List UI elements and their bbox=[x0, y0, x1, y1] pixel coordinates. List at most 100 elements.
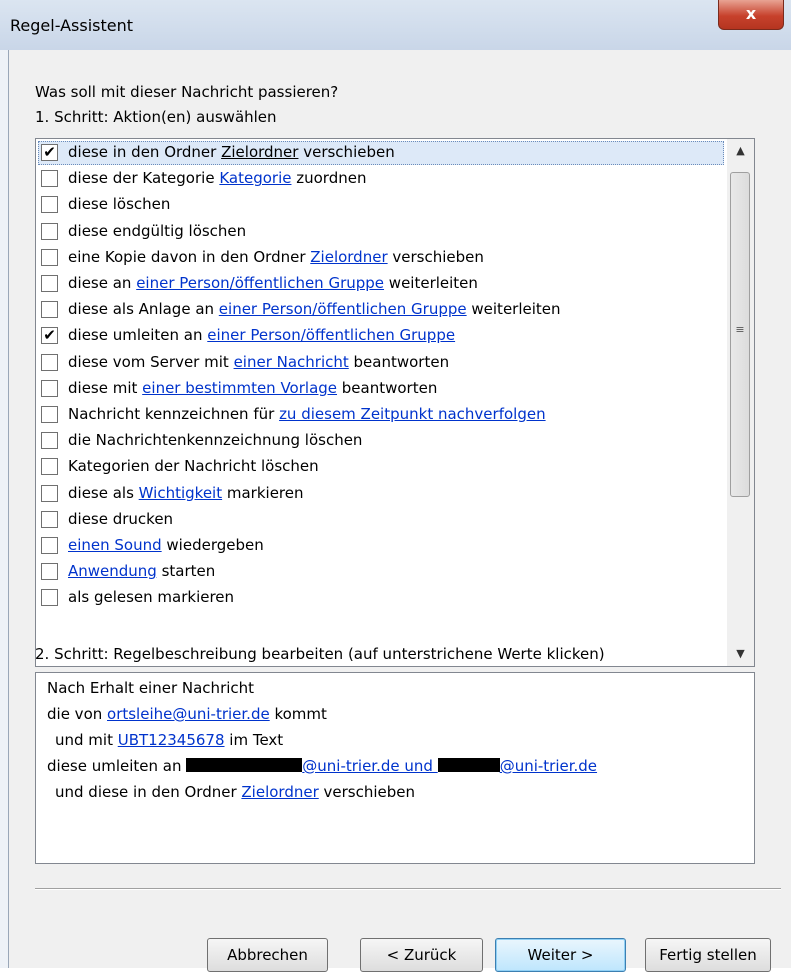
action-value-link[interactable]: einer Person/öffentlichen Gruppe bbox=[136, 274, 384, 292]
scroll-down-icon[interactable]: ▼ bbox=[727, 642, 754, 666]
scroll-up-icon[interactable]: ▲ bbox=[727, 139, 754, 163]
actions-scrollbar[interactable]: ▲ ≡ ▼ bbox=[727, 139, 754, 666]
action-value-link[interactable]: Wichtigkeit bbox=[139, 484, 222, 502]
action-text: die Nachrichtenkennzeichnung löschen bbox=[68, 431, 363, 450]
step1-label: 1. Schritt: Aktion(en) auswählen bbox=[35, 108, 277, 126]
redaction-block bbox=[186, 758, 303, 772]
action-list-item[interactable]: diese löschen bbox=[38, 193, 724, 217]
action-label: diese endgültig löschen bbox=[68, 222, 246, 240]
checkbox[interactable] bbox=[41, 275, 58, 292]
desc-text: im Text bbox=[224, 731, 284, 749]
action-value-link[interactable]: einer Nachricht bbox=[234, 353, 349, 371]
action-text: diese als bbox=[68, 483, 139, 502]
checkbox[interactable] bbox=[41, 196, 58, 214]
action-label: Anwendung starten bbox=[68, 562, 215, 580]
action-list-item[interactable]: als gelesen markieren bbox=[38, 586, 724, 610]
next-button[interactable]: Weiter > bbox=[495, 938, 626, 972]
action-list-item[interactable]: Anwendung starten bbox=[38, 560, 724, 584]
desc-line: Nach Erhalt einer Nachricht bbox=[47, 679, 255, 697]
desc-line: die von ortsleihe@uni-trier.de kommt bbox=[47, 705, 327, 723]
action-value-link[interactable]: einer Person/öffentlichen Gruppe bbox=[207, 326, 455, 344]
action-label: diese als Wichtigkeit markieren bbox=[68, 484, 304, 502]
action-text: beantworten bbox=[348, 352, 450, 371]
actions-list[interactable]: ✔ diese in den Ordner Zielordner verschie… bbox=[35, 138, 755, 667]
action-text: zuordnen bbox=[291, 169, 367, 188]
action-label: diese drucken bbox=[68, 510, 173, 528]
action-text: diese endgültig löschen bbox=[68, 221, 247, 240]
action-label: Kategorien der Nachricht löschen bbox=[68, 457, 319, 475]
action-text: Nachricht kennzeichnen für bbox=[68, 405, 280, 423]
checkbox[interactable] bbox=[41, 248, 58, 266]
action-list-item[interactable]: ✔ diese in den Ordner Zielordner verschie… bbox=[38, 141, 724, 165]
question-label: Was soll mit dieser Nachricht passieren? bbox=[35, 83, 339, 101]
action-value-link[interactable]: Kategorie bbox=[219, 169, 291, 187]
back-button[interactable]: < Zurück bbox=[360, 938, 483, 972]
checkbox[interactable] bbox=[41, 563, 58, 581]
action-list-item[interactable]: diese als Wichtigkeit markieren bbox=[38, 482, 724, 506]
desc-text: und mit bbox=[55, 731, 118, 749]
desc-text: die von bbox=[47, 705, 108, 723]
checkbox[interactable] bbox=[41, 432, 58, 450]
action-text: diese in den Ordner bbox=[68, 143, 222, 161]
search-text-link[interactable]: UBT12345678 bbox=[118, 731, 225, 749]
action-list-item[interactable]: die Nachrichtenkennzeichnung löschen bbox=[38, 429, 724, 453]
finish-button[interactable]: Fertig stellen bbox=[645, 938, 771, 972]
recipients-link[interactable]: @uni-trier.de bbox=[500, 757, 597, 775]
action-text: diese an bbox=[68, 274, 137, 292]
checkbox-checked[interactable]: ✔ bbox=[41, 144, 58, 161]
action-label: diese in den Ordner Zielordner verschieb… bbox=[68, 143, 395, 161]
action-label: einen Sound wiedergeben bbox=[68, 536, 264, 554]
checkbox-checked[interactable]: ✔ bbox=[41, 327, 58, 345]
action-value-link[interactable]: Zielordner bbox=[221, 143, 298, 161]
checkbox[interactable] bbox=[41, 510, 58, 528]
scroll-thumb[interactable]: ≡ bbox=[730, 172, 750, 497]
action-label: eine Kopie davon in den Ordner Zielordne… bbox=[68, 248, 484, 266]
action-list-item[interactable]: diese drucken bbox=[38, 508, 724, 532]
action-list-item[interactable]: diese der Kategorie Kategorie zuordnen bbox=[38, 167, 724, 191]
checkbox[interactable] bbox=[41, 353, 58, 371]
action-label: diese als Anlage an einer Person/öffentl… bbox=[68, 300, 561, 318]
redaction-block bbox=[437, 758, 500, 772]
action-value-link[interactable]: einer bestimmten Vorlage bbox=[142, 379, 337, 397]
action-label: diese löschen bbox=[68, 195, 170, 213]
action-value-link[interactable]: zu diesem Zeitpunkt nachverfolgen bbox=[279, 405, 546, 423]
cancel-button[interactable]: Abbrechen bbox=[207, 938, 328, 972]
checkbox[interactable] bbox=[41, 379, 58, 397]
checkbox[interactable] bbox=[41, 458, 58, 476]
action-text: diese mit bbox=[68, 378, 143, 397]
close-button[interactable]: x bbox=[718, 0, 784, 30]
action-list-item[interactable]: diese endgültig löschen bbox=[38, 220, 724, 244]
desc-line: und diese in den Ordner Zielordner versc… bbox=[55, 783, 415, 801]
checkbox[interactable] bbox=[41, 589, 58, 607]
action-list-item[interactable]: ✔ diese umleiten an einer Person/öffentli… bbox=[38, 324, 724, 348]
action-text: wiedergeben bbox=[161, 536, 264, 554]
sender-address-link[interactable]: ortsleihe@uni-trier.de bbox=[107, 705, 270, 723]
action-list-item[interactable]: eine Kopie davon in den Ordner Zielordne… bbox=[38, 246, 724, 270]
action-list-item[interactable]: diese an einer Person/öffentlichen Grupp… bbox=[38, 272, 724, 296]
checkbox[interactable] bbox=[41, 301, 58, 319]
action-list-item[interactable]: Kategorien der Nachricht löschen bbox=[38, 455, 724, 479]
action-value-link[interactable]: einer Person/öffentlichen Gruppe bbox=[219, 300, 467, 318]
desc-text: diese umleiten an bbox=[47, 757, 187, 775]
action-value-link[interactable]: einen Sound bbox=[68, 536, 162, 554]
rule-wizard-dialog: Was soll mit dieser Nachricht passieren?… bbox=[9, 50, 791, 972]
action-list-item[interactable]: diese als Anlage an einer Person/öffentl… bbox=[38, 298, 724, 322]
checkbox[interactable] bbox=[41, 170, 58, 188]
action-label: diese vom Server mit einer Nachricht bea… bbox=[68, 353, 449, 371]
action-text: beantworten bbox=[337, 378, 438, 397]
action-list-item[interactable]: diese mit einer bestimmten Vorlage beant… bbox=[38, 377, 724, 401]
action-label: Nachricht kennzeichnen für zu diesem Zei… bbox=[68, 405, 546, 423]
checkbox[interactable] bbox=[41, 484, 58, 502]
desc-text: und diese in den Ordner bbox=[55, 783, 242, 801]
action-list-item[interactable]: einen Sound wiedergeben bbox=[38, 534, 724, 558]
action-value-link[interactable]: Anwendung bbox=[68, 562, 157, 580]
action-label: diese an einer Person/öffentlichen Grupp… bbox=[68, 274, 478, 292]
action-list-item[interactable]: Nachricht kennzeichnen für zu diesem Zei… bbox=[38, 403, 724, 427]
target-folder-link[interactable]: Zielordner bbox=[241, 783, 318, 801]
checkbox[interactable] bbox=[41, 537, 58, 554]
recipients-link[interactable]: @uni-trier.de und bbox=[302, 757, 437, 775]
action-list-item[interactable]: diese vom Server mit einer Nachricht bea… bbox=[38, 351, 724, 375]
action-value-link[interactable]: Zielordner bbox=[310, 248, 387, 266]
checkbox[interactable] bbox=[41, 406, 58, 423]
checkbox[interactable] bbox=[41, 222, 58, 240]
